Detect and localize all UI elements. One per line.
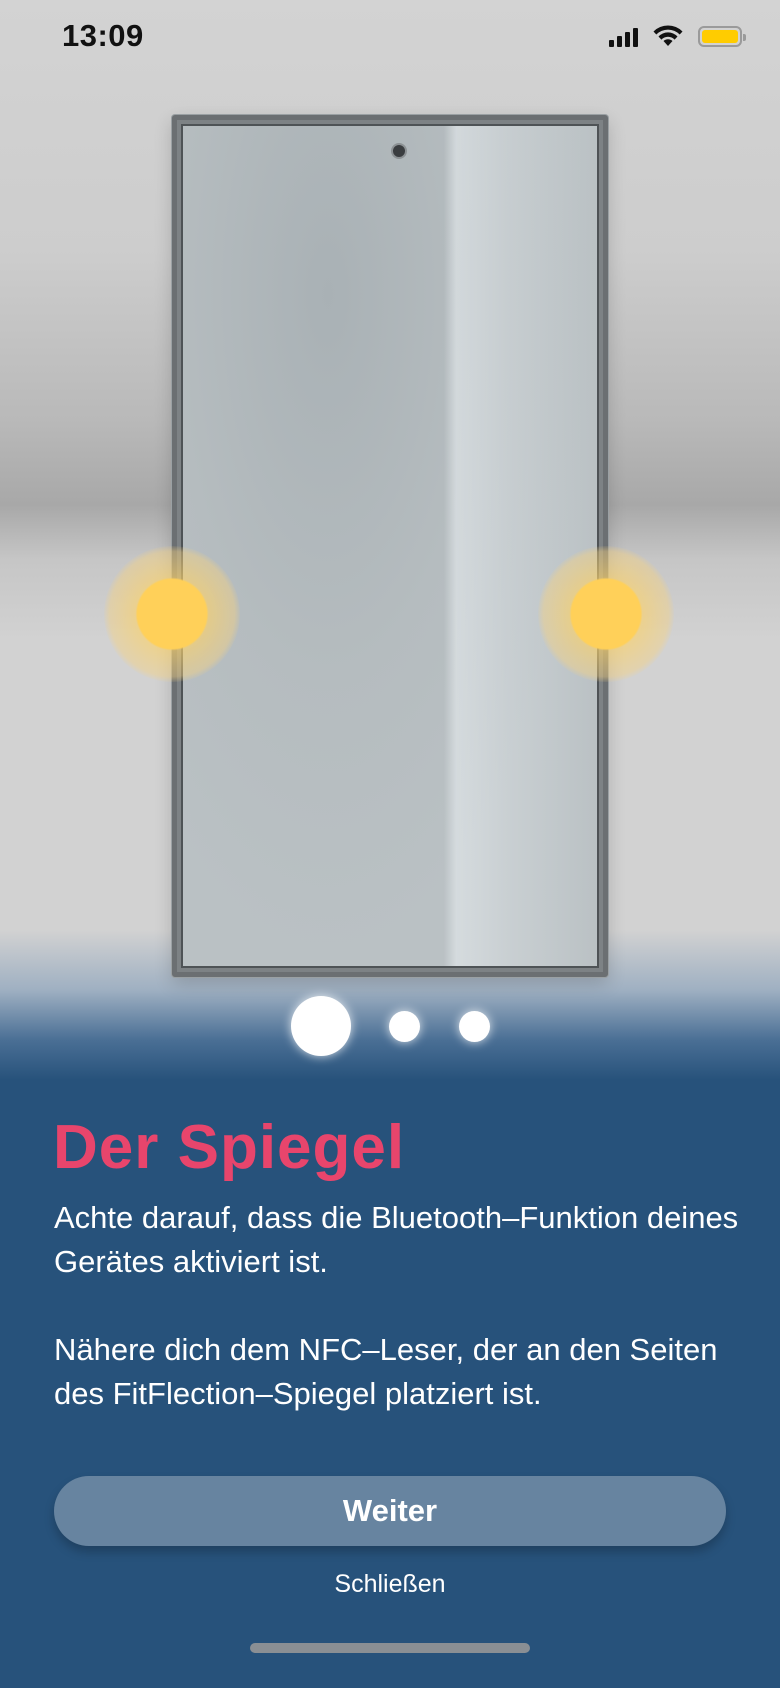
battery-icon (698, 25, 746, 47)
status-bar: 13:09 (0, 0, 780, 80)
home-indicator[interactable] (250, 1643, 530, 1653)
instruction-bluetooth: Achte darauf, dass die Bluetooth–Funktio… (54, 1200, 739, 1279)
instruction-nfc: Nähere dich dem NFC–Leser, der an den Se… (54, 1332, 718, 1411)
camera-icon (391, 143, 407, 159)
page-title: Der Spiegel (53, 1113, 406, 1182)
cellular-signal-icon (609, 25, 638, 47)
phone-mirror-icon (172, 115, 608, 977)
status-icons (609, 24, 746, 48)
page-dot[interactable] (459, 1011, 490, 1042)
page-dot-active[interactable] (291, 996, 351, 1056)
nfc-reader-left-marker (104, 546, 240, 682)
wifi-icon (653, 25, 683, 46)
phone-screen (181, 124, 599, 968)
nfc-reader-right-marker (538, 546, 674, 682)
close-button[interactable]: Schließen (0, 1570, 780, 1599)
next-button[interactable]: Weiter (54, 1476, 726, 1546)
battery-level (702, 29, 738, 43)
status-time: 13:09 (62, 18, 144, 53)
page-indicator (0, 996, 780, 1060)
page-dot[interactable] (389, 1011, 420, 1042)
